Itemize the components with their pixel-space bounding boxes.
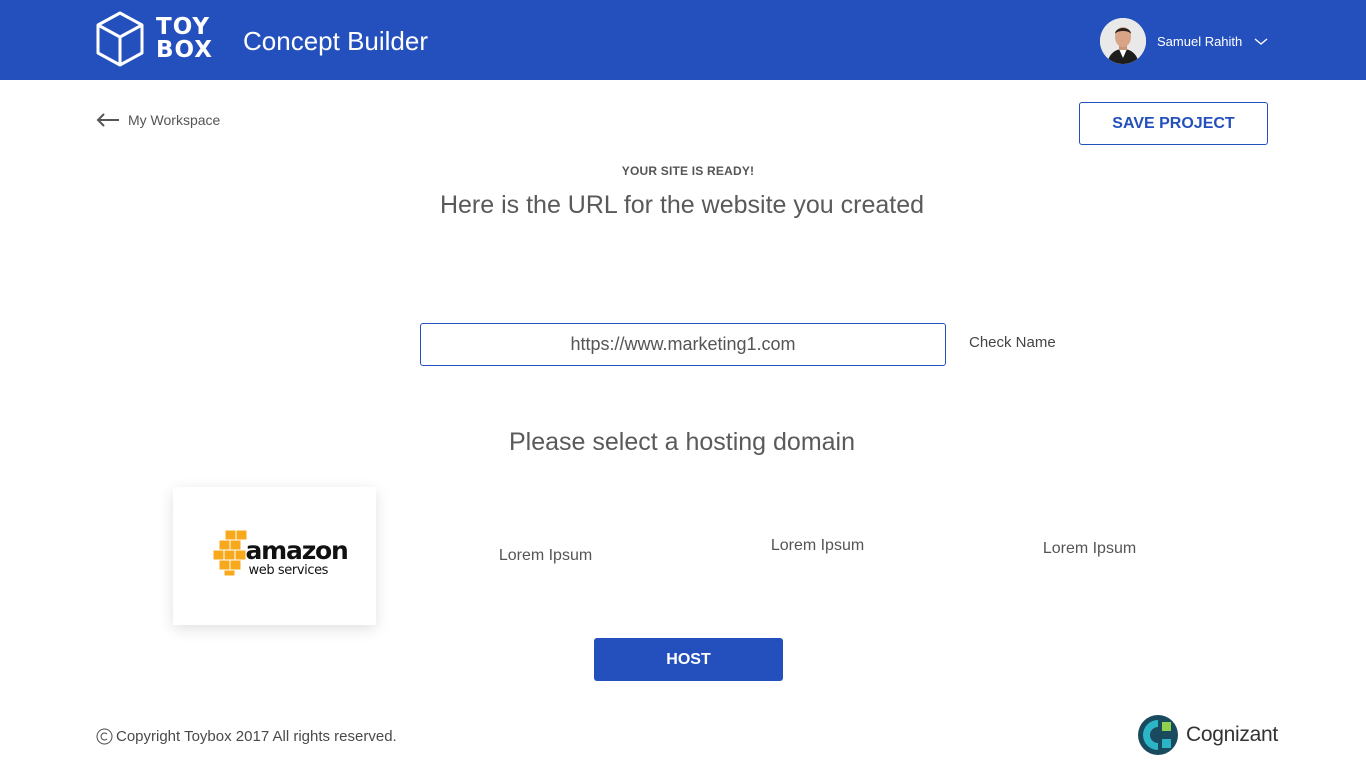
site-url-input[interactable] [420,323,946,366]
logo-wordmark: TOY BOX [156,16,213,62]
avatar[interactable] [1100,18,1146,64]
copyright: Copyright Toybox 2017 All rights reserve… [96,728,397,745]
host-button[interactable]: HOST [594,638,783,681]
cognizant-logo: Cognizant [1137,714,1278,756]
page-subtitle: Here is the URL for the website you crea… [439,191,925,219]
logo-top-text: TOY [156,14,211,40]
back-to-workspace-link[interactable]: My Workspace [96,112,220,128]
toybox-logo[interactable]: TOY BOX [96,10,222,70]
hosting-option-2[interactable]: Lorem Ipsum [444,487,647,625]
arrow-left-icon [96,113,119,127]
aws-web-services-text: web services [248,563,329,578]
check-name-link[interactable]: Check Name [969,334,1056,351]
hosting-option-4[interactable]: Lorem Ipsum [988,480,1191,618]
hosting-heading: Please select a hosting domain [508,428,856,456]
logo-bottom-text: BOX [156,37,213,63]
user-menu[interactable]: Samuel Rahith [1100,18,1268,64]
back-link-label[interactable]: My Workspace [128,112,220,128]
save-project-button[interactable]: SAVE PROJECT [1079,102,1268,145]
box-icon [96,11,144,67]
copyright-icon [96,728,113,745]
hosting-option-aws[interactable]: amazon web services [173,487,376,625]
copyright-text: Copyright Toybox 2017 All rights reserve… [116,728,397,745]
hosting-option-label: Lorem Ipsum [498,547,593,564]
user-photo-icon [1100,18,1146,64]
aws-cubes-icon [212,530,247,576]
chevron-down-icon[interactable] [1254,36,1268,46]
status-heading: YOUR SITE IS READY! [621,164,755,178]
top-header: TOY BOX Concept Builder Samuel Rahith [0,0,1366,80]
aws-logo: amazon web services [212,530,349,582]
hosting-option-label: Lorem Ipsum [770,537,865,554]
app-title: Concept Builder [243,26,428,56]
hosting-option-3[interactable]: Lorem Ipsum [716,477,919,615]
aws-amazon-text: amazon [245,536,349,565]
cognizant-mark-icon [1138,715,1178,755]
cognizant-text: Cognizant [1186,723,1278,746]
user-name[interactable]: Samuel Rahith [1157,34,1242,49]
hosting-option-label: Lorem Ipsum [1042,540,1137,557]
